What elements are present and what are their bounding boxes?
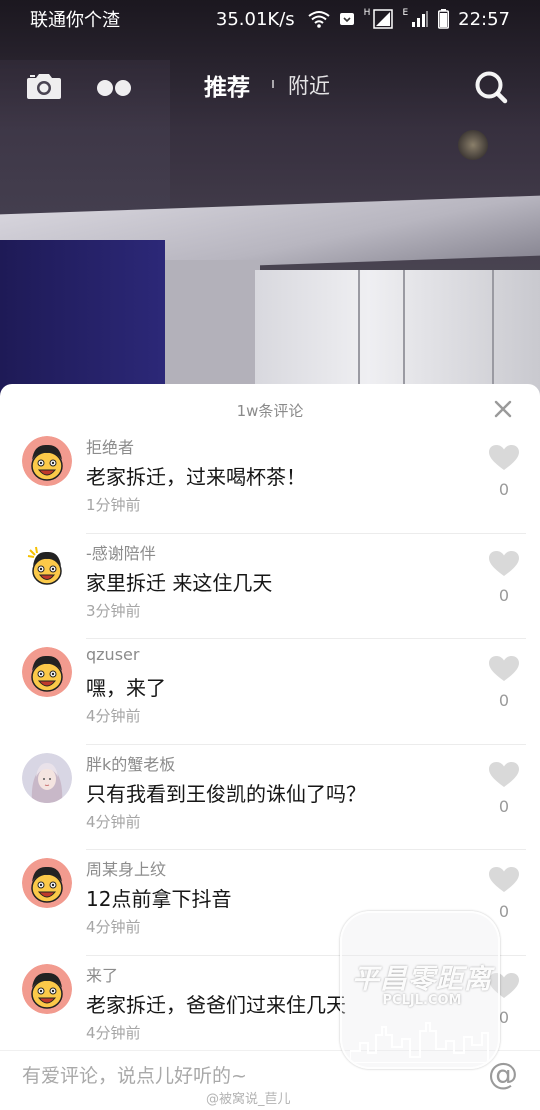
comment-text: 老家拆迁，过来喝杯茶！ [86, 465, 306, 489]
close-icon[interactable] [494, 400, 512, 422]
heart-icon[interactable] [489, 550, 519, 581]
avatar[interactable] [22, 541, 72, 592]
weibo-credit: @被窝说_苣儿 [206, 1092, 291, 1107]
comment-time: 4分钟前 [86, 918, 141, 936]
cabinet-seam [358, 270, 360, 400]
video-scene-wall-mid [165, 260, 260, 400]
video-scene-cabinet [255, 270, 540, 400]
video-background[interactable] [0, 0, 540, 400]
comment-text: 只有我看到王俊凯的诛仙了吗？ [86, 781, 366, 806]
comment-time: 4分钟前 [86, 1023, 141, 1042]
watermark-logo-domain: PCLJL.COM [382, 993, 462, 1008]
comment-text: 12点前拿下抖音 [86, 887, 232, 911]
comment-text: 家里拆迁 来这住几天 [86, 570, 273, 595]
comment-username[interactable]: qzuser [86, 645, 139, 664]
duet-icon[interactable] [96, 79, 132, 101]
video-scene-light [458, 130, 488, 160]
like-count: 0 [498, 691, 510, 710]
cabinet-seam [492, 270, 494, 400]
comment-item: qzuser 嘿，来了 4分钟前 0 [0, 639, 540, 745]
camera-icon[interactable] [26, 72, 62, 104]
search-icon[interactable] [474, 70, 508, 108]
status-time: 22:57 [458, 8, 510, 30]
tab-recommend[interactable]: 推荐 [204, 68, 250, 102]
top-nav: 推荐 附近 [0, 62, 540, 110]
network-type-e: E [402, 8, 409, 18]
signal-icon [373, 9, 394, 29]
heart-icon[interactable] [489, 445, 519, 475]
heart-icon[interactable] [489, 656, 519, 686]
avatar[interactable] [22, 436, 72, 486]
watermark-logo-text: 平昌零距离 [352, 964, 492, 995]
status-bar: 联通你个渣 35.01K/s H E 22:57 [0, 0, 540, 38]
comment-text: 嘿，来了 [86, 676, 166, 700]
like-count: 0 [498, 796, 510, 816]
comment-time: 4分钟前 [86, 812, 141, 831]
comment-time: 3分钟前 [86, 601, 141, 620]
tab-nearby[interactable]: 附近 [288, 70, 330, 100]
avatar[interactable] [22, 963, 72, 1014]
cabinet-seam [403, 270, 405, 400]
avatar[interactable] [22, 647, 72, 697]
notification-icon [339, 11, 355, 27]
heart-icon[interactable] [489, 761, 519, 792]
like-count: 0 [498, 480, 510, 499]
comment-item: -感谢陪伴 家里拆迁 来这住几天 3分钟前 0 [0, 534, 540, 639]
like-count: 0 [498, 902, 510, 921]
site-watermark-logo: 平昌零距离 PCLJL.COM [340, 911, 500, 1069]
comment-username[interactable]: 拒绝者 [86, 434, 134, 458]
comment-username[interactable]: 胖k的蟹老板 [86, 751, 175, 775]
comment-item: 拒绝者 老家拆迁，过来喝杯茶！ 1分钟前 0 [0, 428, 540, 534]
avatar[interactable] [22, 752, 72, 803]
network-type-h: H [363, 8, 371, 18]
comment-username[interactable]: 来了 [86, 962, 118, 986]
tab-separator [272, 80, 274, 88]
status-indicators: 35.01K/s H E 22:57 [215, 8, 510, 30]
wifi-icon [308, 10, 330, 28]
comment-username[interactable]: -感谢陪伴 [86, 540, 156, 564]
comment-item: 胖k的蟹老板 只有我看到王俊凯的诛仙了吗？ 4分钟前 0 [0, 745, 540, 850]
comment-time: 4分钟前 [86, 707, 141, 725]
skyline-icon [350, 1022, 489, 1063]
battery-icon [438, 9, 450, 29]
like-count: 0 [498, 585, 510, 605]
comment-time: 1分钟前 [86, 496, 141, 514]
comment-count-title: 1w条评论 [236, 402, 304, 420]
signal-bars-icon [411, 10, 429, 28]
comment-text: 老家拆迁，爸爸们过来住几天 [86, 992, 346, 1017]
heart-icon[interactable] [489, 867, 519, 897]
comment-username[interactable]: 周某身上纹 [86, 856, 166, 880]
network-speed: 35.01K/s [215, 8, 295, 30]
video-scene-pillar [0, 240, 165, 400]
avatar[interactable] [22, 858, 72, 908]
carrier-name: 联通你个渣 [30, 10, 120, 31]
